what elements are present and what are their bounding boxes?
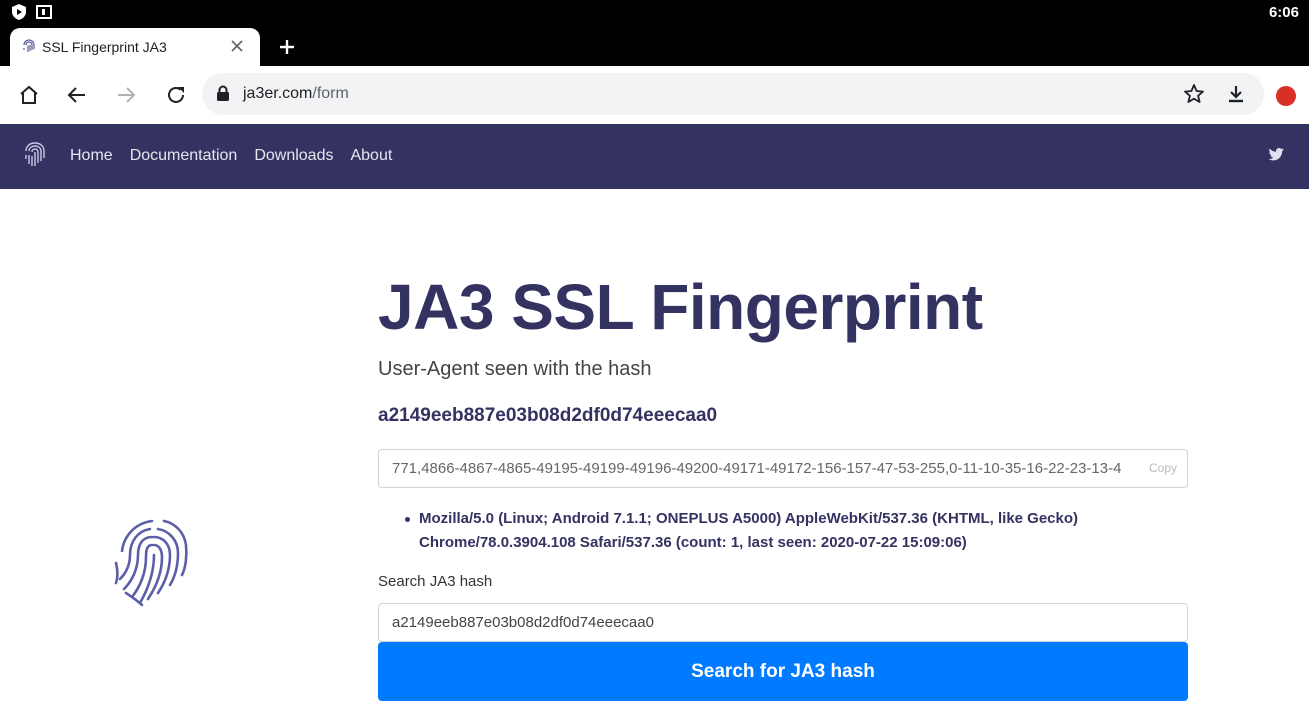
site-navbar: Home Documentation Downloads About [0, 124, 1309, 189]
address-bar[interactable]: ja3er.com/form [202, 73, 1264, 115]
page-subtitle: User-Agent seen with the hash [378, 358, 652, 380]
browser-toolbar: ja3er.com/form [0, 66, 1309, 124]
search-input[interactable]: a2149eeb887e03b08d2df0d74eeecaa0 [378, 603, 1188, 642]
search-button[interactable]: Search for JA3 hash [378, 642, 1188, 701]
fingerprint-icon [114, 519, 188, 607]
reload-button[interactable] [164, 83, 188, 107]
fingerprint-string: 771,4866-4867-4865-49195-49199-49196-492… [392, 460, 1122, 477]
twitter-icon[interactable] [1267, 147, 1285, 163]
shield-icon [12, 4, 26, 20]
close-icon[interactable] [228, 37, 246, 55]
nav-downloads[interactable]: Downloads [254, 147, 333, 165]
tab-title: SSL Fingerprint JA3 [42, 39, 167, 55]
star-icon[interactable] [1183, 83, 1205, 105]
page-title: JA3 SSL Fingerprint [378, 271, 983, 343]
home-icon [20, 85, 38, 104]
copy-hint[interactable]: Copy [1149, 461, 1177, 475]
fingerprint-icon[interactable] [23, 141, 47, 169]
reload-icon [168, 86, 184, 103]
status-clock: 6:06 [1268, 4, 1299, 21]
home-button[interactable] [17, 83, 41, 107]
url-path: /form [312, 85, 349, 102]
user-agent-list: Mozilla/5.0 (Linux; Android 7.1.1; ONEPL… [405, 507, 1165, 555]
url-domain: ja3er.com [243, 85, 313, 102]
list-item: Mozilla/5.0 (Linux; Android 7.1.1; ONEPL… [405, 507, 1165, 555]
fingerprint-icon [23, 39, 35, 52]
forward-button[interactable] [114, 83, 138, 107]
search-label: Search JA3 hash [378, 573, 493, 590]
lock-icon [217, 85, 229, 101]
back-icon [67, 87, 85, 103]
search-input-value: a2149eeb887e03b08d2df0d74eeecaa0 [392, 614, 654, 631]
plus-icon[interactable] [278, 38, 296, 56]
fingerprint-string-field[interactable]: 771,4866-4867-4865-49195-49199-49196-492… [378, 449, 1188, 488]
browser-tab[interactable]: SSL Fingerprint JA3 [10, 28, 260, 66]
download-icon[interactable] [1225, 83, 1247, 105]
sim-icon [36, 5, 52, 19]
forward-icon [118, 87, 136, 103]
nav-home[interactable]: Home [70, 147, 113, 165]
nav-documentation[interactable]: Documentation [130, 147, 238, 165]
hash-heading: a2149eeb887e03b08d2df0d74eeecaa0 [378, 405, 718, 426]
extension-icon[interactable] [1276, 86, 1296, 106]
nav-about[interactable]: About [350, 147, 392, 165]
back-button[interactable] [65, 83, 89, 107]
